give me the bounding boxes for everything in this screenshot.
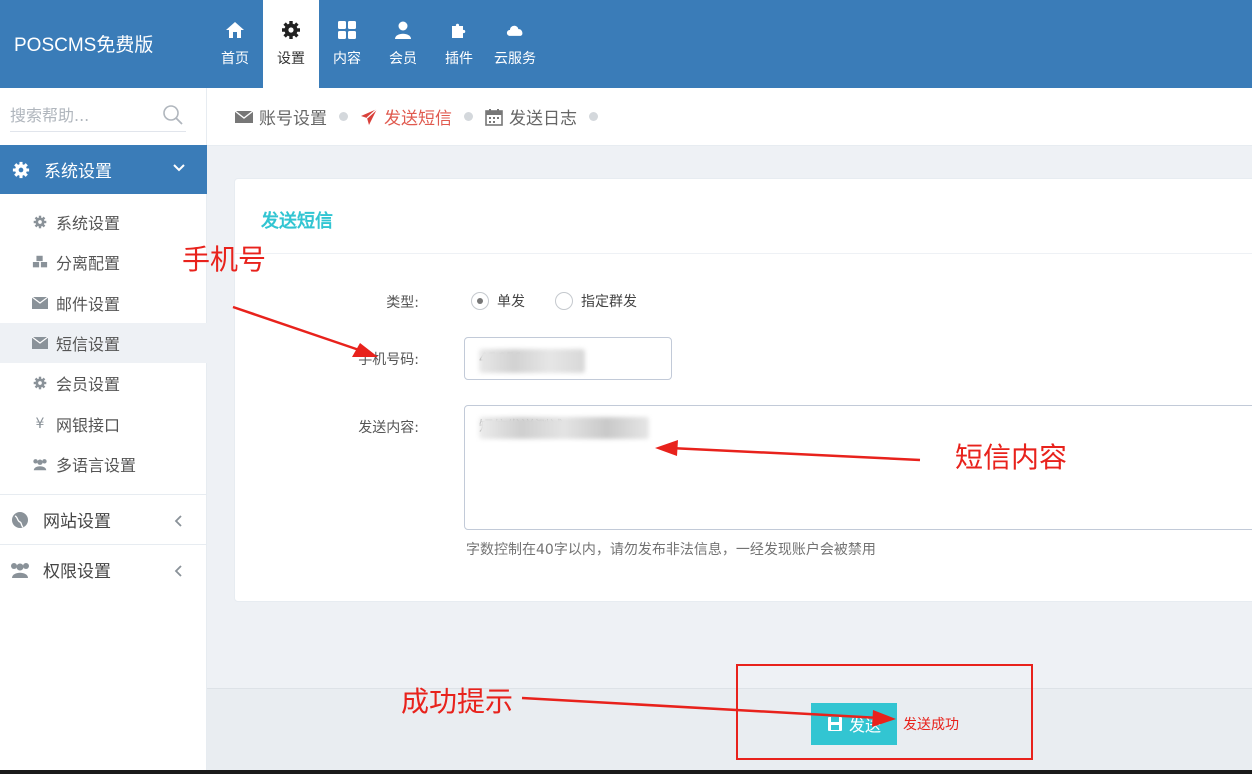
sidebar-item-separation[interactable]: 分离配置	[0, 242, 207, 282]
sidebar-item-label: 会员设置	[56, 375, 121, 395]
breadcrumb-tabs: 账号设置 发送短信 发送日志	[207, 88, 1252, 146]
users-icon	[11, 562, 29, 578]
sidebar-item-sms[interactable]: 短信设置	[0, 322, 207, 364]
envelope-icon	[235, 109, 253, 123]
nav-settings-label: 设置	[277, 51, 305, 67]
nav-members-label: 会员	[389, 51, 417, 67]
sidebar-item-member-settings[interactable]: 会员设置	[0, 363, 207, 403]
users-icon	[32, 456, 48, 472]
sidebar: 系统设置 系统设置 分离配置 邮件设置 短信设置 会员设置 ¥ 网银接口	[0, 88, 207, 774]
sidebar-sub-list: 系统设置 分离配置 邮件设置 短信设置 会员设置 ¥ 网银接口 多语言设置	[0, 202, 207, 484]
sidebar-item-label: 多语言设置	[56, 455, 137, 475]
separator-dot	[464, 112, 473, 121]
globe-icon	[12, 511, 28, 528]
search-input[interactable]	[10, 100, 150, 130]
sidebar-group-label: 网站设置	[43, 512, 111, 532]
nav-members[interactable]: 会员	[375, 0, 431, 88]
separator-dot	[589, 112, 598, 121]
main-nav: 首页 设置 内容 会员 插件 云服务	[207, 0, 543, 88]
radio-label: 指定群发	[581, 294, 637, 310]
yen-icon: ¥	[35, 415, 45, 432]
separator-dot	[339, 112, 348, 121]
paper-plane-icon	[361, 108, 378, 125]
help-text: 字数控制在40字以内，请勿发布非法信息，一经发现账户会被禁用	[466, 542, 876, 558]
content-label: 发送内容:	[358, 420, 419, 436]
nav-content-label: 内容	[333, 51, 361, 67]
sidebar-group-label: 权限设置	[43, 562, 111, 582]
gear-icon	[12, 161, 30, 178]
tab-send-sms[interactable]: 发送短信	[360, 104, 452, 129]
nav-settings[interactable]: 设置	[263, 0, 319, 88]
sidebar-item-label: 邮件设置	[56, 294, 121, 314]
home-icon	[226, 22, 244, 38]
gear-icon	[282, 21, 300, 39]
redaction-blur	[479, 417, 649, 439]
cubes-icon	[32, 254, 48, 270]
puzzle-icon	[452, 23, 466, 38]
radio-single[interactable]: 单发	[471, 291, 525, 311]
nav-cloud-label: 云服务	[494, 51, 536, 67]
type-label: 类型:	[386, 295, 419, 311]
nav-plugins-label: 插件	[445, 51, 473, 67]
annotation-success: 成功提示	[401, 685, 514, 718]
sidebar-item-system-settings[interactable]: 系统设置	[0, 202, 207, 242]
user-icon	[395, 21, 411, 39]
radio-circle-checked[interactable]	[471, 292, 489, 310]
nav-plugins[interactable]: 插件	[431, 0, 487, 88]
sidebar-item-label: 系统设置	[56, 214, 121, 234]
chevron-left-icon	[174, 565, 182, 577]
search-icon[interactable]	[162, 104, 184, 126]
radio-label: 单发	[497, 294, 525, 310]
sidebar-item-label: 网银接口	[56, 415, 121, 435]
sidebar-item-label: 分离配置	[56, 254, 121, 274]
chevron-left-icon	[174, 515, 182, 527]
sidebar-item-language[interactable]: 多语言设置	[0, 444, 207, 484]
gear-icon	[32, 214, 48, 230]
gear-icon	[32, 375, 48, 391]
nav-home-label: 首页	[221, 51, 249, 67]
sidebar-search	[10, 100, 186, 132]
cloud-icon	[506, 25, 523, 36]
sidebar-item-bank[interactable]: ¥ 网银接口	[0, 403, 207, 443]
tab-label: 账号设置	[259, 109, 327, 129]
card-divider	[235, 253, 1252, 254]
envelope-icon	[32, 295, 48, 311]
tab-label: 发送短信	[384, 109, 452, 129]
sidebar-item-email[interactable]: 邮件设置	[0, 283, 207, 323]
tab-label: 发送日志	[509, 109, 577, 129]
sidebar-group-website[interactable]: 网站设置	[0, 494, 207, 544]
nav-home[interactable]: 首页	[207, 0, 263, 88]
sidebar-section-system[interactable]: 系统设置	[0, 145, 207, 194]
annotation-content: 短信内容	[955, 441, 1068, 474]
brand-logo[interactable]: POSCMS免费版	[14, 30, 153, 57]
nav-content[interactable]: 内容	[319, 0, 375, 88]
radio-group-send[interactable]: 指定群发	[555, 291, 637, 311]
redaction-blur	[479, 349, 585, 373]
annotation-highlight-box	[736, 664, 1033, 760]
card-title: 发送短信	[261, 211, 333, 232]
envelope-icon	[32, 335, 48, 351]
tab-account-settings[interactable]: 账号设置	[235, 104, 327, 129]
phone-label: 手机号码:	[358, 352, 419, 368]
radio-circle[interactable]	[555, 292, 573, 310]
calendar-icon	[485, 108, 503, 126]
send-sms-card: 发送短信 类型: 单发 指定群发 手机号码: 发送内容: 短信发送测试 字数控制…	[234, 178, 1252, 602]
tab-send-log[interactable]: 发送日志	[485, 104, 577, 129]
sidebar-section-label: 系统设置	[44, 162, 112, 182]
sidebar-group-permissions[interactable]: 权限设置	[0, 544, 207, 594]
annotation-phone: 手机号	[182, 243, 267, 276]
nav-cloud[interactable]: 云服务	[487, 0, 543, 88]
window-bottom-edge	[0, 770, 1252, 774]
chevron-down-icon	[173, 164, 185, 172]
sidebar-item-label: 短信设置	[56, 335, 121, 355]
grid-icon	[338, 21, 356, 39]
top-header: POSCMS免费版 首页 设置 内容 会员 插件 云服务	[0, 0, 1252, 88]
form-footer	[207, 688, 1252, 774]
type-radio-group: 单发 指定群发	[471, 291, 667, 311]
